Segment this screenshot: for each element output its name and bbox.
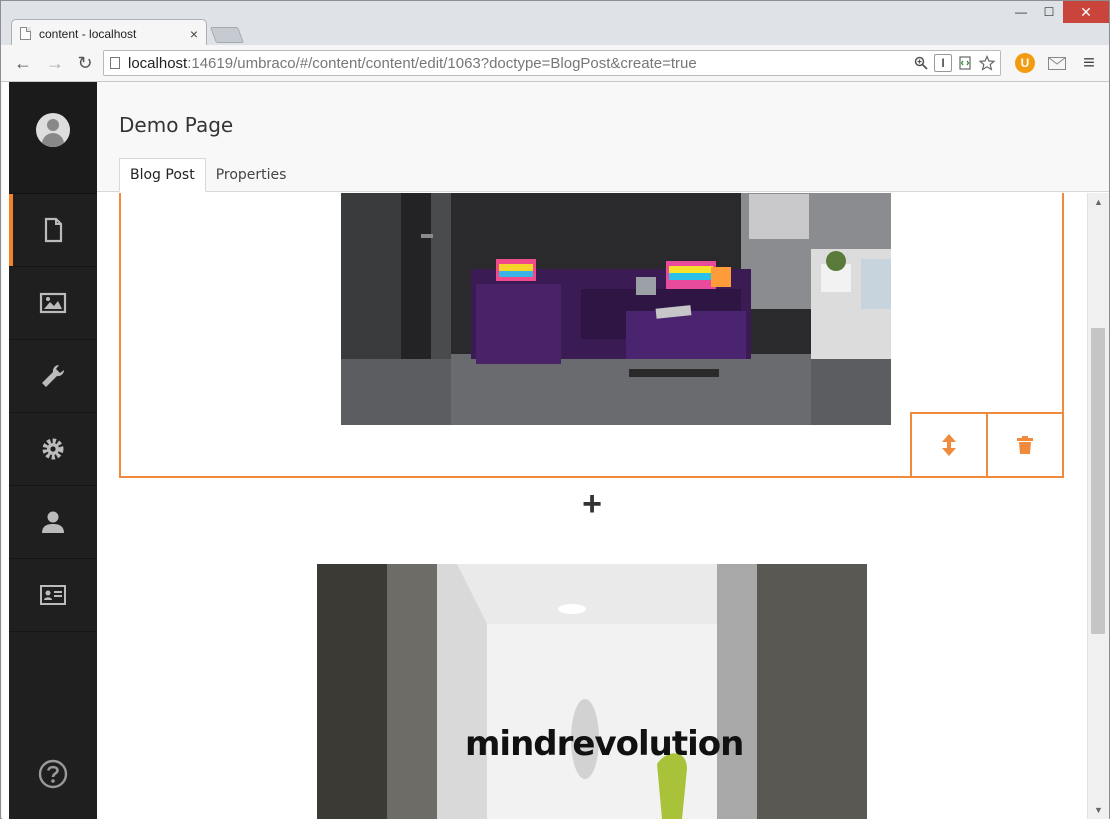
- umbraco-app: Demo Page Blog Post Properties + mindrev…: [2, 82, 1109, 819]
- menu-icon[interactable]: ≡: [1079, 52, 1099, 74]
- trash-icon: [1017, 436, 1033, 454]
- mindrevolution-logo: mindrevolution: [465, 724, 744, 764]
- tab-blog-post[interactable]: Blog Post: [119, 158, 206, 192]
- maximize-button[interactable]: ☐: [1035, 1, 1063, 23]
- back-button[interactable]: ←: [11, 51, 35, 75]
- move-arrows-icon: [942, 434, 956, 456]
- omnibox-icons: I: [912, 54, 996, 72]
- umbraco-extension-icon[interactable]: U: [1015, 53, 1035, 73]
- page-icon: [20, 27, 31, 40]
- browser-window: content - localhost × — ☐ ✕ ← → ↻ localh…: [0, 0, 1110, 819]
- editor-header: Demo Page Blog Post Properties: [97, 82, 1109, 192]
- delete-button[interactable]: [986, 412, 1064, 478]
- settings-wrench-icon: [42, 364, 65, 387]
- tab-title: content - localhost: [39, 26, 137, 41]
- content-tabs: Blog Post Properties: [119, 158, 296, 192]
- forward-button[interactable]: →: [43, 51, 67, 75]
- sidebar-item-developer[interactable]: [9, 413, 97, 486]
- extension-icons: U ≡: [1015, 52, 1099, 74]
- sidebar: [9, 82, 97, 819]
- sidebar-item-users[interactable]: [9, 486, 97, 559]
- scroll-thumb[interactable]: [1091, 328, 1105, 634]
- sidebar-item-settings[interactable]: [9, 340, 97, 413]
- help-icon: [38, 759, 68, 789]
- developer-gear-icon: [42, 438, 64, 460]
- address-bar[interactable]: localhost:14619/umbraco/#/content/conten…: [103, 50, 1001, 76]
- tab-properties[interactable]: Properties: [206, 158, 297, 192]
- scrollbar[interactable]: ▲ ▼: [1087, 193, 1109, 819]
- editor-content: + mindrevolution: [97, 193, 1087, 819]
- avatar[interactable]: [36, 113, 70, 147]
- new-tab-button[interactable]: [210, 27, 244, 43]
- tab-close-icon[interactable]: ×: [190, 27, 198, 41]
- bookmark-star-icon[interactable]: [978, 54, 996, 72]
- add-content-button[interactable]: +: [577, 487, 607, 521]
- page-icon: [110, 57, 120, 69]
- window-controls: — ☐ ✕: [1007, 1, 1109, 23]
- page-title[interactable]: Demo Page: [119, 113, 233, 137]
- sidebar-item-content[interactable]: [9, 194, 97, 267]
- media-icon: [39, 292, 67, 314]
- move-button[interactable]: [910, 412, 988, 478]
- scroll-up-icon[interactable]: ▲: [1088, 195, 1109, 209]
- sidebar-user: [9, 82, 97, 194]
- title-bar: content - localhost × — ☐ ✕: [1, 1, 1109, 47]
- script-icon[interactable]: [956, 54, 974, 72]
- zoom-icon[interactable]: [912, 54, 930, 72]
- scroll-down-icon[interactable]: ▼: [1088, 803, 1109, 817]
- reader-mode-icon[interactable]: I: [934, 54, 952, 72]
- office-lounge-image[interactable]: [341, 193, 891, 425]
- members-icon: [40, 585, 66, 605]
- sidebar-item-members[interactable]: [9, 559, 97, 632]
- close-window-button[interactable]: ✕: [1063, 1, 1109, 23]
- mail-icon[interactable]: [1047, 53, 1067, 73]
- sidebar-item-help[interactable]: [9, 754, 97, 794]
- grid-cell-selected[interactable]: [119, 193, 1064, 478]
- url-text[interactable]: localhost:14619/umbraco/#/content/conten…: [128, 55, 697, 72]
- minimize-button[interactable]: —: [1007, 1, 1035, 23]
- mindrevolution-image[interactable]: mindrevolution: [317, 564, 867, 819]
- browser-toolbar: ← → ↻ localhost:14619/umbraco/#/content/…: [1, 45, 1109, 82]
- cell-actions: [910, 412, 1064, 478]
- users-icon: [42, 511, 64, 533]
- content-icon: [44, 217, 63, 243]
- browser-tab[interactable]: content - localhost ×: [11, 19, 207, 47]
- reload-button[interactable]: ↻: [73, 51, 97, 75]
- sidebar-item-media[interactable]: [9, 267, 97, 340]
